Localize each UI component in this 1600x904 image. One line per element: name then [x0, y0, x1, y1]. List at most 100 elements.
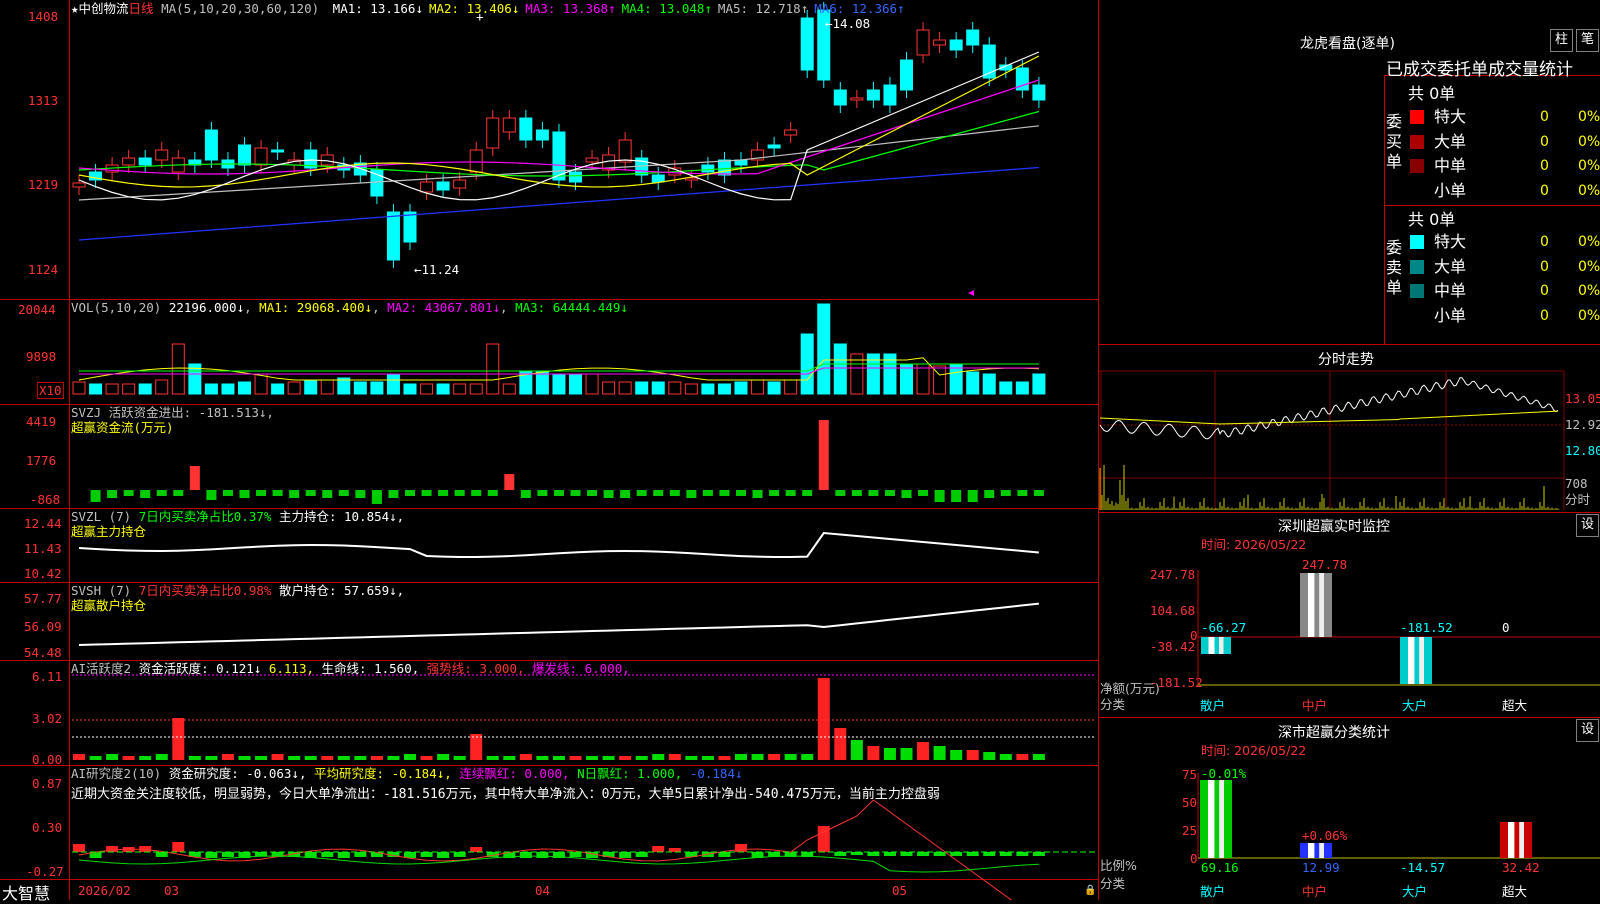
svzj-tick: 1776 — [26, 453, 57, 468]
ai1-tick: 3.02 — [32, 711, 63, 726]
volume-bar — [271, 383, 285, 395]
sz-net-label: 净额(万元) — [1100, 681, 1160, 696]
order-pct: 0% — [1578, 158, 1600, 174]
volume-bar — [403, 383, 417, 395]
research-bar — [999, 852, 1012, 856]
price-tick: 1313 — [28, 93, 59, 108]
order-type: 特大 — [1434, 107, 1467, 126]
sz-cat: 中户 — [1302, 698, 1328, 713]
ai1-tick: 0.00 — [32, 752, 63, 767]
research-bar — [718, 852, 731, 857]
money-flow-bar — [603, 490, 614, 498]
candle-body — [535, 129, 549, 141]
volume-bar — [353, 381, 367, 395]
research-bar — [255, 852, 268, 856]
svzl-tick: 12.44 — [24, 516, 62, 531]
money-flow-bar — [884, 490, 895, 496]
research-bar — [900, 852, 913, 856]
date-label: 05 — [892, 883, 908, 898]
activity-bar — [420, 756, 433, 760]
research-bar — [205, 852, 218, 858]
sz-val: -66.27 — [1201, 620, 1247, 635]
candle-body — [204, 129, 218, 161]
candle-body — [155, 149, 169, 161]
research-bar — [73, 844, 85, 852]
activity-bar — [801, 754, 814, 760]
volume-bar — [1015, 381, 1029, 395]
tick-mode-button[interactable]: 笔 — [1576, 29, 1599, 52]
order-pct: 0% — [1578, 133, 1600, 150]
volume-bar — [287, 381, 301, 395]
money-flow-bar — [1033, 490, 1044, 496]
money-flow-bar — [520, 490, 531, 498]
period-label[interactable]: 日线 — [129, 1, 154, 16]
money-flow-bar — [140, 490, 151, 498]
research-bar — [337, 852, 350, 858]
candle-body — [420, 181, 434, 193]
activity-bar — [122, 756, 135, 760]
svsh-ratio: 7日内买卖净占比0.98% — [138, 583, 272, 598]
sz-monitor-settings-button[interactable]: 设 — [1576, 514, 1599, 537]
activity-bar — [586, 756, 599, 760]
retail-holding-line — [78, 602, 1040, 646]
activity-bar — [188, 756, 201, 760]
candle-body — [866, 89, 880, 101]
activity-bar — [519, 754, 532, 760]
volume-bar — [800, 333, 814, 395]
volume-bar — [105, 383, 119, 395]
activity-bar — [867, 746, 880, 760]
money-flow-bar — [752, 490, 763, 498]
activity-bar — [288, 756, 301, 760]
activity-bar — [106, 754, 119, 760]
svsh-tick: 56.09 — [24, 619, 62, 634]
money-flow-bar — [967, 490, 978, 502]
volume-bar — [717, 383, 731, 395]
activity-bar — [900, 748, 913, 760]
volume-bar — [221, 383, 235, 395]
research-bar — [668, 848, 681, 852]
activity-bar — [321, 756, 334, 760]
volume-bar — [751, 379, 765, 395]
sz-val: 0 — [1502, 620, 1510, 635]
research-bar — [437, 852, 450, 858]
class-axis-tick: 25 — [1182, 823, 1198, 838]
candle-body — [900, 59, 913, 91]
lock-icon[interactable]: 🔒 — [1084, 883, 1096, 898]
activity-bar — [619, 756, 632, 760]
money-flow-bar — [769, 490, 780, 496]
research-bar — [917, 852, 930, 856]
activity-bar — [850, 740, 863, 760]
research-green-line — [78, 855, 1039, 873]
activity-bar — [404, 754, 416, 760]
volume-bar — [999, 381, 1013, 395]
research-bar — [933, 852, 946, 856]
kline-chart[interactable] — [0, 0, 1100, 900]
bar-mode-button[interactable]: 柱 — [1550, 29, 1573, 52]
dragon-title: 龙虎看盘(逐单) — [1300, 36, 1395, 52]
candle-body — [138, 157, 152, 166]
stock-name[interactable]: 中创物流 — [79, 1, 129, 16]
money-flow-bar — [636, 490, 647, 496]
money-flow-bar — [438, 490, 449, 496]
ma-value: MA3: 13.368↑ — [525, 1, 616, 16]
ma-value: MA4: 13.048↑ — [621, 1, 712, 16]
candle-body — [966, 29, 980, 46]
order-type: 特大 — [1434, 232, 1467, 251]
money-flow-bar — [851, 490, 862, 496]
ai1-header: AI活跃度2 资金活跃度: 0.121↓ 6.113, 生命线: 1.560, … — [71, 661, 630, 676]
money-flow-bar — [289, 490, 300, 498]
candle-body — [784, 129, 798, 136]
sz-cat-label: 分类 — [1100, 697, 1126, 712]
research-bar — [155, 852, 168, 857]
candle-body — [436, 181, 450, 191]
svzl-tick: 10.42 — [24, 566, 62, 581]
research-bar — [453, 852, 466, 857]
money-flow-bar — [818, 420, 829, 490]
research-bar — [983, 852, 996, 856]
activity-bar — [685, 756, 698, 760]
order-pct: 0% — [1578, 258, 1600, 275]
research-bar — [569, 852, 582, 857]
sz-class-settings-button[interactable]: 设 — [1576, 719, 1599, 742]
money-flow-bar — [405, 490, 415, 496]
class-cat-label: 分类 — [1100, 876, 1126, 891]
